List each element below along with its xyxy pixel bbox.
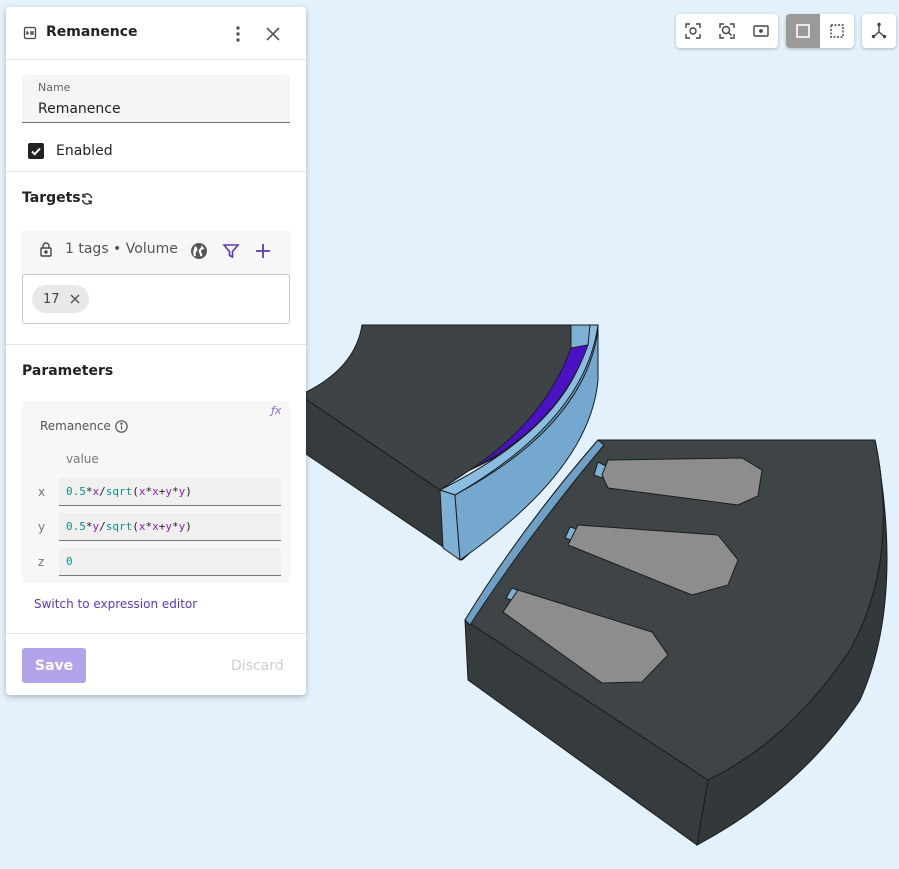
zoom-selection-icon[interactable]	[710, 14, 744, 48]
value-column-header: value	[66, 452, 99, 466]
axes-toolbar	[862, 14, 896, 48]
parameters-title: Parameters	[22, 363, 114, 379]
tag-chip-label: 17	[43, 291, 60, 307]
parameter-label: Remanence	[40, 419, 111, 433]
name-field[interactable]: Name Remanence	[22, 75, 290, 123]
parameter-group: ƒx Remanence value x 0.5*x/sqrt(x*x+y*y)…	[22, 401, 290, 583]
axis-label-y: y	[38, 520, 46, 534]
panel-title: Remanence	[46, 24, 138, 40]
panel-header: Remanence	[6, 7, 306, 60]
name-field-label: Name	[38, 81, 71, 94]
check-icon	[31, 147, 41, 156]
close-icon[interactable]	[265, 26, 281, 42]
enabled-checkbox[interactable]	[28, 143, 44, 159]
switch-to-expression-editor-link[interactable]: Switch to expression editor	[34, 597, 197, 611]
properties-panel: Remanence Name Remanence Enabled Targets…	[6, 7, 306, 695]
view-toolbar	[676, 14, 778, 48]
wireframe-view-icon[interactable]	[820, 14, 854, 48]
expression-text: 0.5*x/sqrt(x*x+y*y)	[66, 485, 192, 498]
expression-field-y[interactable]: 0.5*y/sqrt(x*x+y*y)	[59, 513, 281, 541]
expression-field-z[interactable]: 0	[59, 548, 281, 576]
divider	[6, 633, 306, 634]
info-icon[interactable]	[115, 420, 128, 433]
lock-icon	[40, 242, 52, 257]
expression-field-x[interactable]: 0.5*x/sqrt(x*x+y*y)	[59, 478, 281, 506]
name-field-value[interactable]: Remanence	[38, 101, 121, 117]
tag-chip[interactable]: 17	[32, 285, 89, 313]
solid-view-icon[interactable]	[786, 14, 820, 48]
save-button[interactable]: Save	[22, 648, 86, 683]
targets-summary: 1 tags • Volume	[65, 241, 178, 257]
zoom-fit-icon[interactable]	[676, 14, 710, 48]
more-vertical-icon[interactable]	[230, 24, 246, 44]
divider	[6, 171, 306, 172]
remove-tag-icon[interactable]	[69, 293, 81, 305]
globe-icon[interactable]	[190, 242, 208, 260]
axis-label-x: x	[38, 485, 46, 499]
function-icon[interactable]: ƒx	[271, 404, 281, 417]
frame-icon[interactable]	[744, 14, 778, 48]
add-icon[interactable]	[254, 242, 272, 260]
enabled-label: Enabled	[56, 143, 113, 159]
divider	[6, 344, 306, 345]
filter-icon[interactable]	[222, 242, 240, 260]
enabled-row: Enabled	[28, 143, 113, 159]
sync-icon[interactable]	[80, 192, 94, 206]
render-mode-toolbar	[786, 14, 854, 48]
panel-type-icon	[23, 26, 37, 40]
discard-button[interactable]: Discard	[231, 658, 284, 674]
axis-label-z: z	[38, 555, 45, 569]
targets-title: Targets	[22, 190, 81, 206]
tags-field[interactable]: 17	[22, 274, 290, 324]
expression-text: 0	[66, 555, 73, 568]
expression-text: 0.5*y/sqrt(x*x+y*y)	[66, 520, 192, 533]
axes-icon[interactable]	[862, 14, 896, 48]
targets-toolbar: 1 tags • Volume	[22, 231, 290, 279]
